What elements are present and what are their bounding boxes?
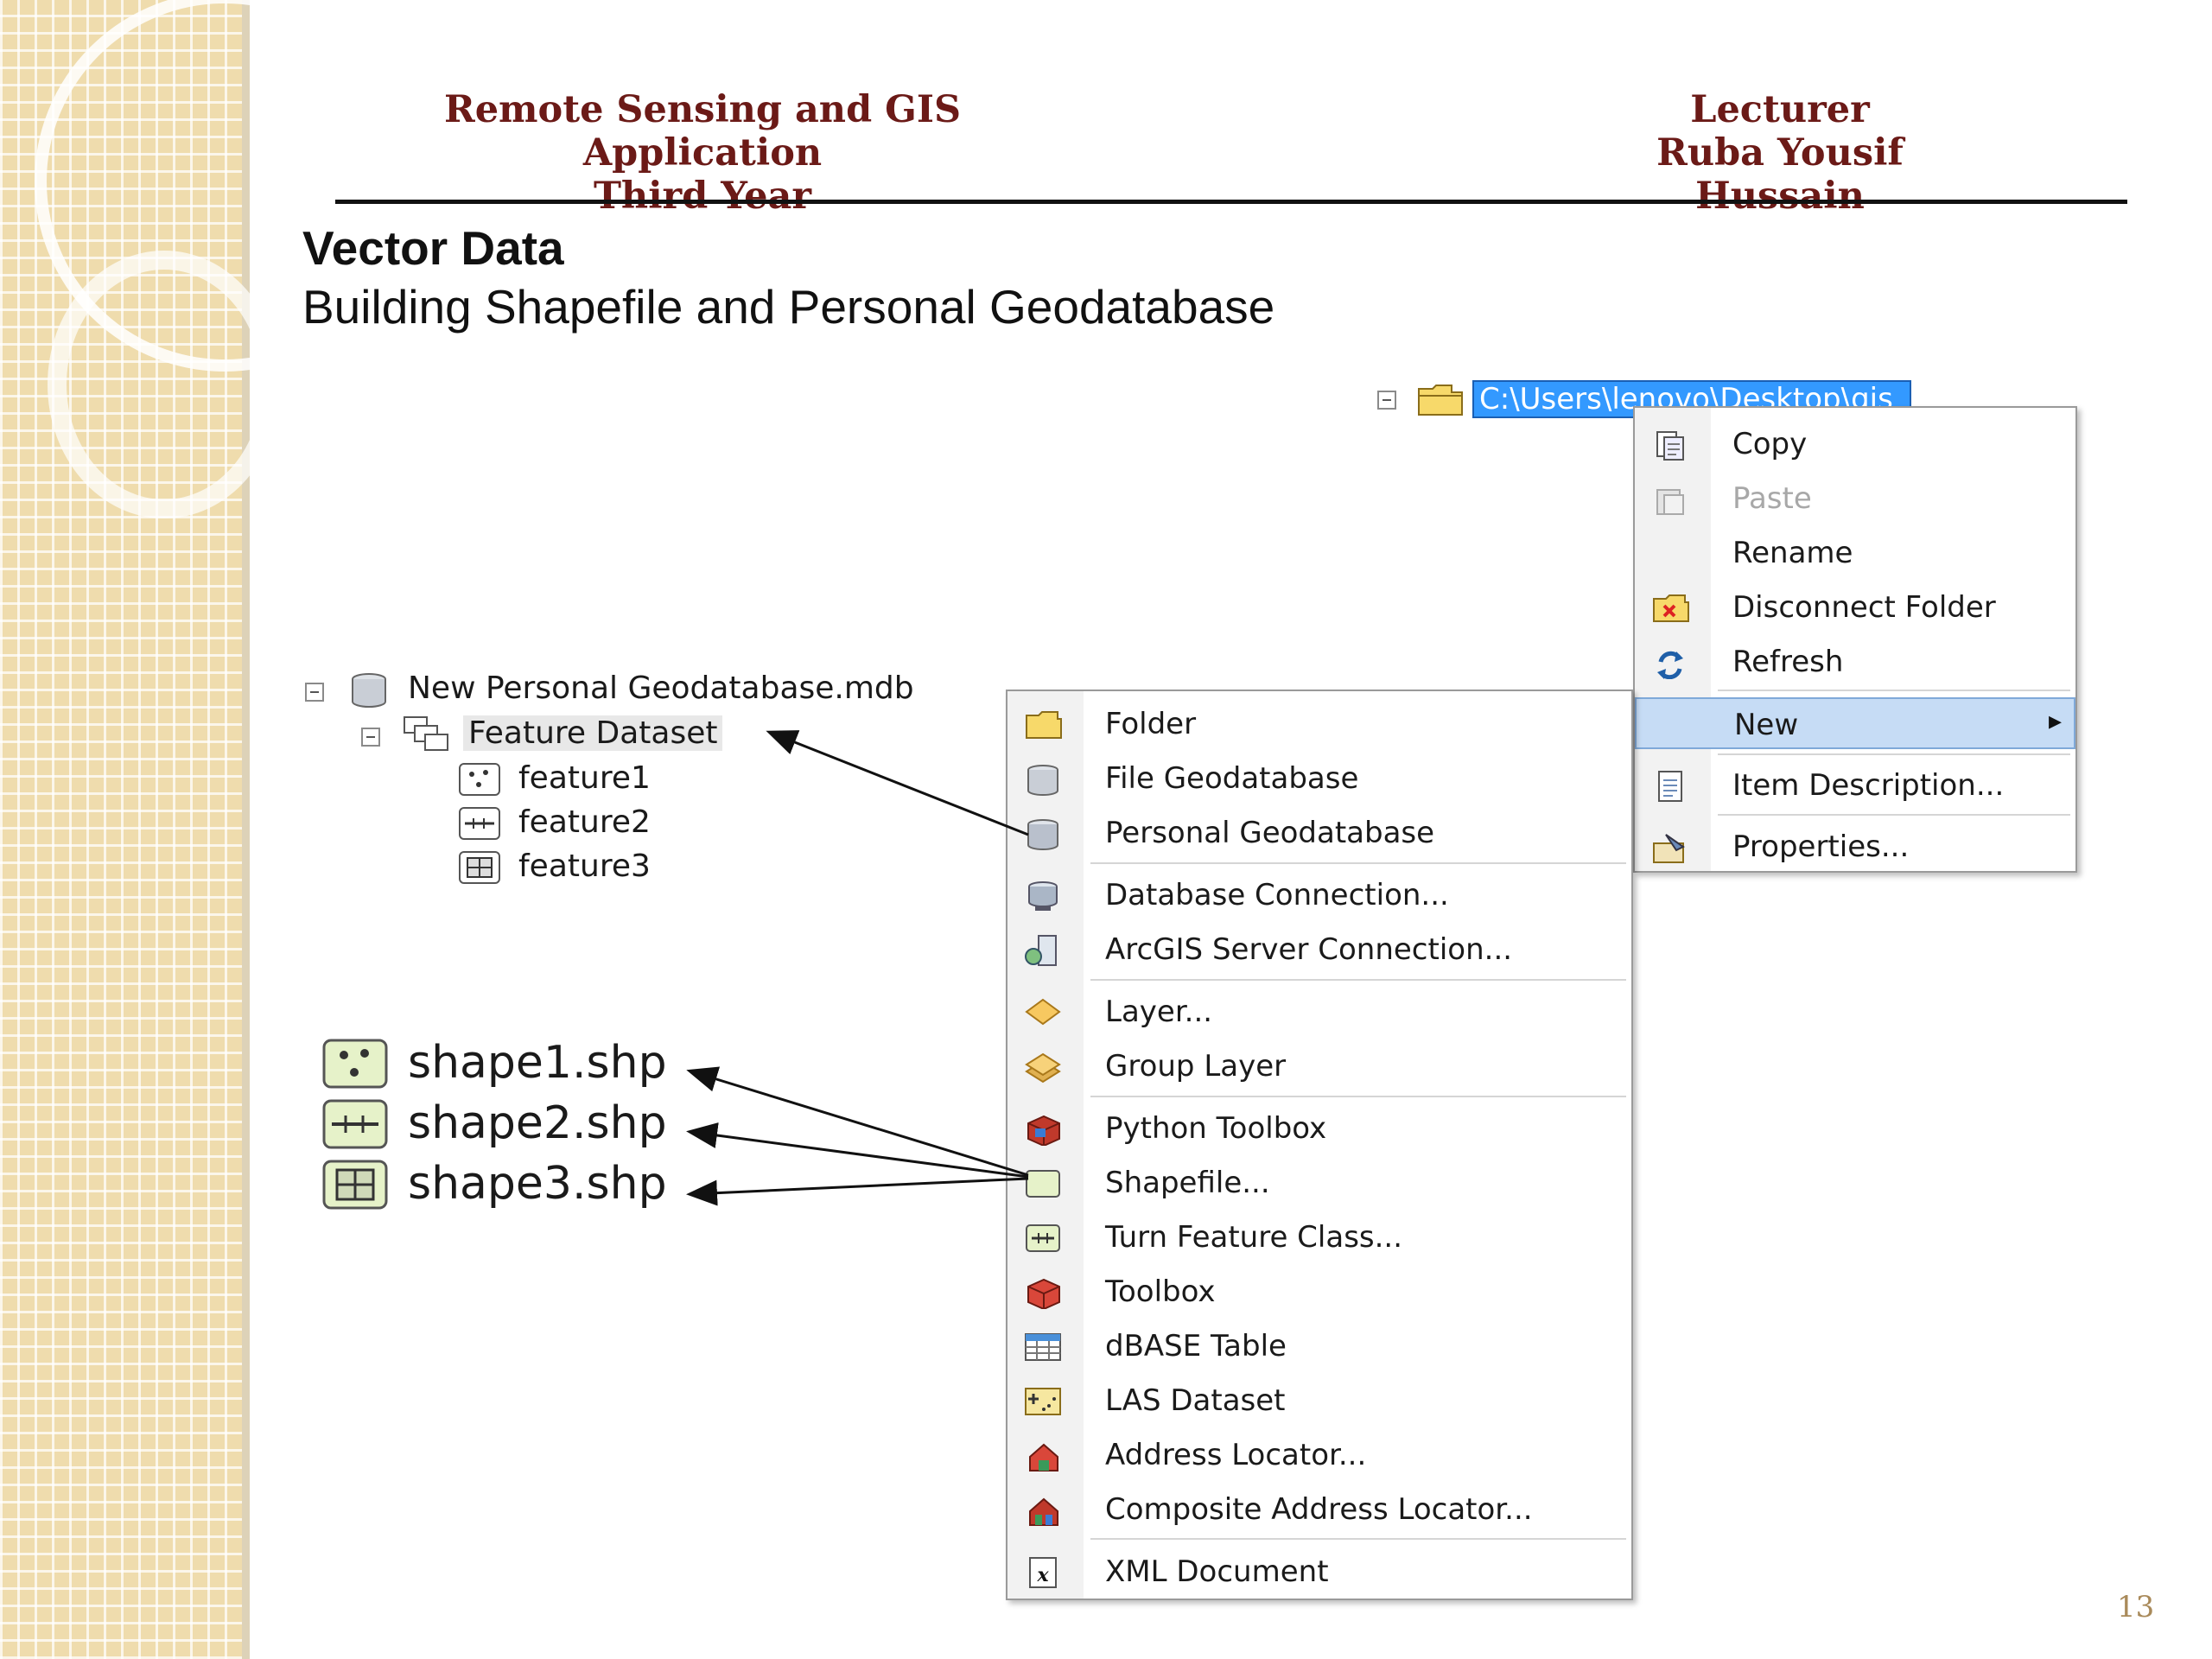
arrow-shapefile-to-shape1 — [686, 1066, 1029, 1177]
arrow-geodatabase-to-dataset — [766, 730, 1029, 836]
annotation-arrows — [686, 730, 1029, 1206]
arrow-shapefile-to-shape3 — [686, 1177, 1029, 1206]
page-number: 13 — [2117, 1590, 2155, 1624]
arrow-shapefile-to-shape2 — [686, 1122, 1029, 1179]
